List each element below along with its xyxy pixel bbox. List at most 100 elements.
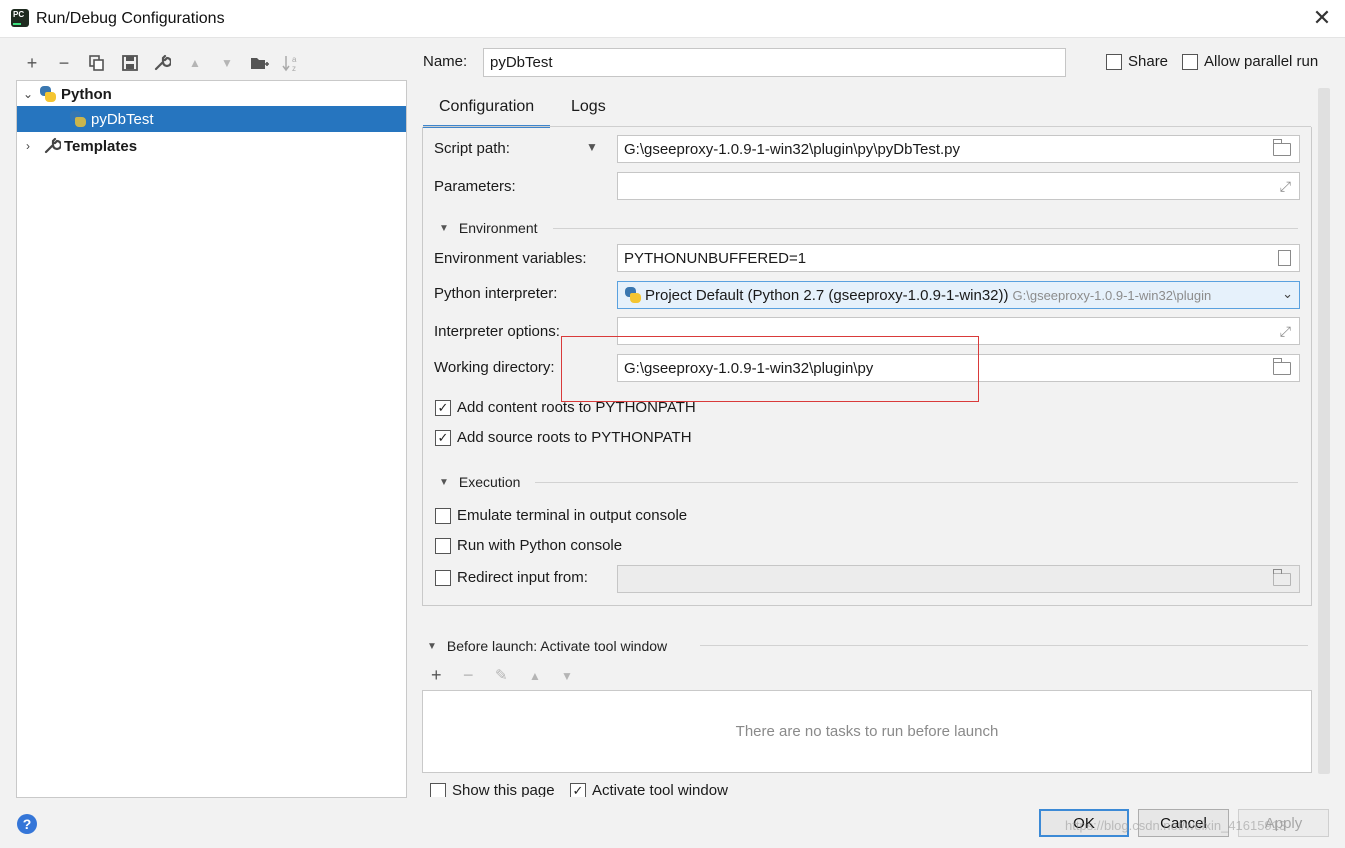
redirect-input-checkbox[interactable] [435, 569, 451, 586]
share-checkbox-row[interactable]: Share [1106, 53, 1168, 70]
expand-icon[interactable]: ⤢ [1280, 323, 1291, 340]
triangle-down-icon: ▼ [427, 640, 437, 652]
arrow-up-icon[interactable]: ▲ [529, 669, 541, 683]
empty-tasks-text: There are no tasks to run before launch [735, 723, 999, 740]
interpreter-path: G:\gseeproxy-1.0.9-1-win32\plugin [1012, 287, 1212, 303]
folder-icon[interactable] [1273, 139, 1291, 156]
configuration-tree[interactable]: ⌄ Python pyDbTest › Templates [16, 80, 407, 798]
new-folder-button[interactable] [248, 51, 272, 75]
arrow-down-icon: ▼ [221, 56, 233, 70]
show-page-row[interactable]: Show this page [430, 782, 555, 797]
script-path-input[interactable]: G:\gseeproxy-1.0.9-1-win32\plugin\py\pyD… [617, 135, 1300, 163]
annotation-highlight-box [561, 336, 979, 402]
activate-window-checkbox[interactable]: ✓ [570, 782, 586, 797]
parallel-checkbox-row[interactable]: Allow parallel run [1182, 53, 1318, 70]
watermark-text: https://blog.csdn.net/weixin_41615913 [1065, 818, 1287, 833]
folder-plus-icon [251, 58, 269, 69]
tree-item-label: pyDbTest [91, 110, 154, 128]
tab-configuration[interactable]: Configuration [423, 92, 551, 128]
chevron-down-icon[interactable]: ⌄ [17, 87, 39, 101]
window-title: Run/Debug Configurations [36, 10, 225, 27]
save-configuration-button[interactable] [118, 51, 142, 75]
copy-icon [89, 55, 104, 71]
python-console-row[interactable]: Run with Python console [435, 537, 622, 554]
show-page-checkbox[interactable] [430, 782, 446, 797]
emulate-terminal-row[interactable]: Emulate terminal in output console [435, 507, 687, 524]
folder-icon[interactable] [1273, 569, 1291, 586]
tree-item-python[interactable]: ⌄ Python [17, 81, 406, 107]
environment-section-header[interactable]: ▼ Environment [439, 220, 538, 236]
before-launch-options: Show this page ✓ Activate tool window [422, 780, 842, 797]
execution-section-header[interactable]: ▼ Execution [439, 474, 520, 490]
python-config-icon [69, 110, 87, 128]
edit-defaults-button[interactable] [150, 51, 174, 75]
move-down-button[interactable]: ▼ [215, 51, 239, 75]
before-launch-task-list[interactable]: There are no tasks to run before launch [422, 690, 1312, 773]
save-icon [122, 55, 138, 71]
name-value: pyDbTest [490, 54, 553, 71]
triangle-down-icon: ▼ [439, 476, 449, 488]
share-checkbox[interactable] [1106, 53, 1122, 70]
name-input[interactable]: pyDbTest [483, 48, 1066, 77]
parameters-label: Parameters: [434, 178, 516, 195]
source-roots-row[interactable]: ✓ Add source roots to PYTHONPATH [435, 429, 692, 446]
content-roots-row[interactable]: ✓ Add content roots to PYTHONPATH [435, 399, 696, 416]
arrow-down-icon[interactable]: ▼ [561, 669, 573, 683]
activate-window-row[interactable]: ✓ Activate tool window [570, 782, 728, 797]
chevron-right-icon[interactable]: › [17, 139, 39, 153]
arrow-up-icon: ▲ [189, 56, 201, 70]
svg-text:z: z [292, 64, 296, 72]
tree-item-templates[interactable]: › Templates [17, 133, 406, 159]
execution-divider [535, 482, 1298, 483]
remove-configuration-button[interactable]: − [52, 51, 76, 75]
move-up-button[interactable]: ▲ [183, 51, 207, 75]
script-type-dropdown-icon[interactable]: ▼ [586, 140, 598, 154]
script-path-value: G:\gseeproxy-1.0.9-1-win32\plugin\py\pyD… [624, 140, 961, 158]
interpreter-label: Python interpreter: [434, 285, 558, 302]
chevron-down-icon[interactable]: ⌄ [1278, 286, 1293, 302]
add-configuration-button[interactable]: + [20, 51, 44, 75]
redirect-input-field[interactable] [617, 565, 1300, 593]
redirect-input-label: Redirect input from: [457, 569, 588, 586]
pycharm-app-icon: PC [11, 9, 29, 27]
working-dir-label: Working directory: [434, 359, 555, 376]
before-launch-title: Before launch: Activate tool window [446, 638, 668, 654]
environment-divider [553, 228, 1298, 229]
plus-icon: + [26, 52, 38, 73]
app-icon-text: PC [13, 10, 25, 19]
minus-icon: − [58, 52, 70, 73]
python-console-checkbox[interactable] [435, 537, 451, 554]
triangle-down-icon: ▼ [439, 222, 449, 234]
emulate-terminal-checkbox[interactable] [435, 507, 451, 524]
folder-icon[interactable] [1273, 358, 1291, 375]
before-launch-header[interactable]: ▼ Before launch: Activate tool window [427, 638, 667, 654]
env-vars-label: Environment variables: [434, 250, 587, 267]
interp-options-label: Interpreter options: [434, 323, 560, 340]
sort-button[interactable]: az [280, 51, 304, 75]
python-icon [39, 85, 57, 103]
parameters-input[interactable]: ⤢ [617, 172, 1300, 200]
close-icon[interactable]: ✕ [1311, 7, 1333, 29]
activate-window-label: Activate tool window [592, 782, 728, 797]
redirect-input-row[interactable]: Redirect input from: [435, 569, 588, 586]
expand-icon[interactable]: ⤢ [1280, 178, 1291, 195]
show-page-label: Show this page [452, 782, 555, 797]
parallel-run-checkbox[interactable] [1182, 53, 1198, 70]
scrollbar-track[interactable] [1318, 88, 1330, 774]
help-button[interactable]: ? [17, 814, 37, 834]
env-vars-input[interactable]: PYTHONUNBUFFERED=1 [617, 244, 1300, 272]
tab-logs[interactable]: Logs [555, 92, 622, 128]
browse-env-icon[interactable] [1278, 250, 1291, 266]
source-roots-label: Add source roots to PYTHONPATH [457, 429, 692, 446]
name-label: Name: [423, 53, 468, 70]
interpreter-select[interactable]: Project Default (Python 2.7 (gseeproxy-1… [617, 281, 1300, 309]
tree-item-pydbtest[interactable]: pyDbTest [17, 106, 406, 132]
content-roots-checkbox[interactable]: ✓ [435, 399, 451, 416]
source-roots-checkbox[interactable]: ✓ [435, 429, 451, 446]
interpreter-value: Project Default (Python 2.7 (gseeproxy-1… [645, 286, 1009, 304]
remove-task-icon[interactable]: − [463, 665, 474, 686]
python-icon [624, 286, 642, 304]
add-task-icon[interactable]: + [431, 665, 442, 686]
edit-task-icon[interactable]: ✎ [495, 666, 508, 684]
copy-configuration-button[interactable] [85, 51, 109, 75]
